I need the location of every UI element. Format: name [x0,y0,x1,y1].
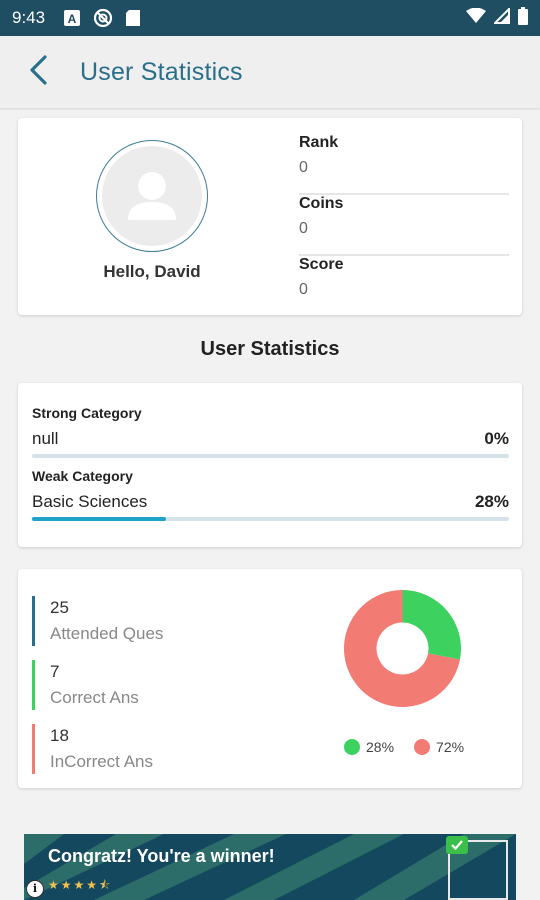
strong-category-name: null [32,429,59,448]
user-placeholder-icon [102,146,202,246]
weak-progress-bar [32,517,509,521]
stat-label: Rank [299,134,339,151]
app-bar: User Statistics [0,36,540,108]
battery-icon [518,6,528,30]
legend-correct: 28% [344,739,394,755]
svg-text:A: A [68,12,77,26]
stat-value: 0 [299,281,308,298]
legend-incorrect-dot [414,739,431,755]
donut-slice-0 [402,590,461,660]
stat-label: Coins [299,195,344,212]
profile-card: Hello, David Rank 0 Coins 0 Score 0 [18,118,522,315]
ad-banner[interactable]: Congratz! You're a winner! ★★★★⯪ [24,834,516,900]
weak-category-percent: 28% [474,492,509,511]
incorrect-count: 18 [50,726,69,745]
ad-info-icon[interactable]: i [26,880,44,898]
greeting-text: Hello, David [103,262,201,281]
incorrect-label: InCorrect Ans [50,752,153,771]
stat-value: 0 [299,159,308,176]
strong-category: Strong Category null 0% [32,405,509,458]
status-time: 9:43 [12,8,46,27]
correct-answers: 7 Correct Ans [32,660,139,710]
ad-message: Congratz! You're a winner! [48,846,275,866]
weak-category-label: Weak Category [32,468,133,484]
donut-legend: 28% 72% [344,739,484,755]
strong-category-percent: 0% [484,429,509,448]
attended-indicator [32,596,35,646]
answers-donut-chart [344,590,461,707]
correct-count: 7 [50,662,60,681]
attended-count: 25 [50,598,69,617]
answers-card: 25 Attended Ques 7 Correct Ans 18 InCorr… [18,569,522,788]
stat-label: Score [299,256,344,273]
attended-questions: 25 Attended Ques [32,596,163,646]
stat-rank: Rank 0 [299,134,509,195]
stat-score: Score 0 [299,256,509,317]
stat-value: 0 [299,220,308,237]
legend-incorrect-label: 72% [436,739,465,755]
strong-progress-bar [32,454,509,458]
sd-card-icon [125,9,141,27]
weak-category: Weak Category Basic Sciences 28% [32,468,509,521]
attended-label: Attended Ques [50,624,164,643]
correct-indicator [32,660,35,710]
stat-coins: Coins 0 [299,195,509,256]
status-bar: 9:43 A [0,0,540,36]
incorrect-answers: 18 InCorrect Ans [32,724,153,774]
weak-category-name: Basic Sciences [32,492,148,511]
legend-correct-dot [344,739,360,755]
checkmark-icon [446,836,468,854]
signal-icon [492,6,510,29]
back-arrow-icon [28,54,48,91]
back-button[interactable] [0,36,76,108]
avatar[interactable] [96,140,208,252]
legend-incorrect: 72% [414,739,464,755]
incorrect-indicator [32,724,35,774]
profile-stats: Rank 0 Coins 0 Score 0 [299,134,509,317]
notification-a-icon: A [63,9,81,27]
blocked-circle-icon [93,8,113,28]
page-title: User Statistics [80,57,243,86]
wifi-icon [466,7,486,29]
correct-label: Correct Ans [50,688,139,707]
ad-rating-stars: ★★★★⯪ [48,878,113,892]
weak-progress-fill [32,517,166,521]
legend-correct-label: 28% [366,739,395,755]
section-title: User Statistics [200,338,340,360]
strong-category-label: Strong Category [32,405,142,421]
categories-card: Strong Category null 0% Weak Category Ba… [18,383,522,547]
